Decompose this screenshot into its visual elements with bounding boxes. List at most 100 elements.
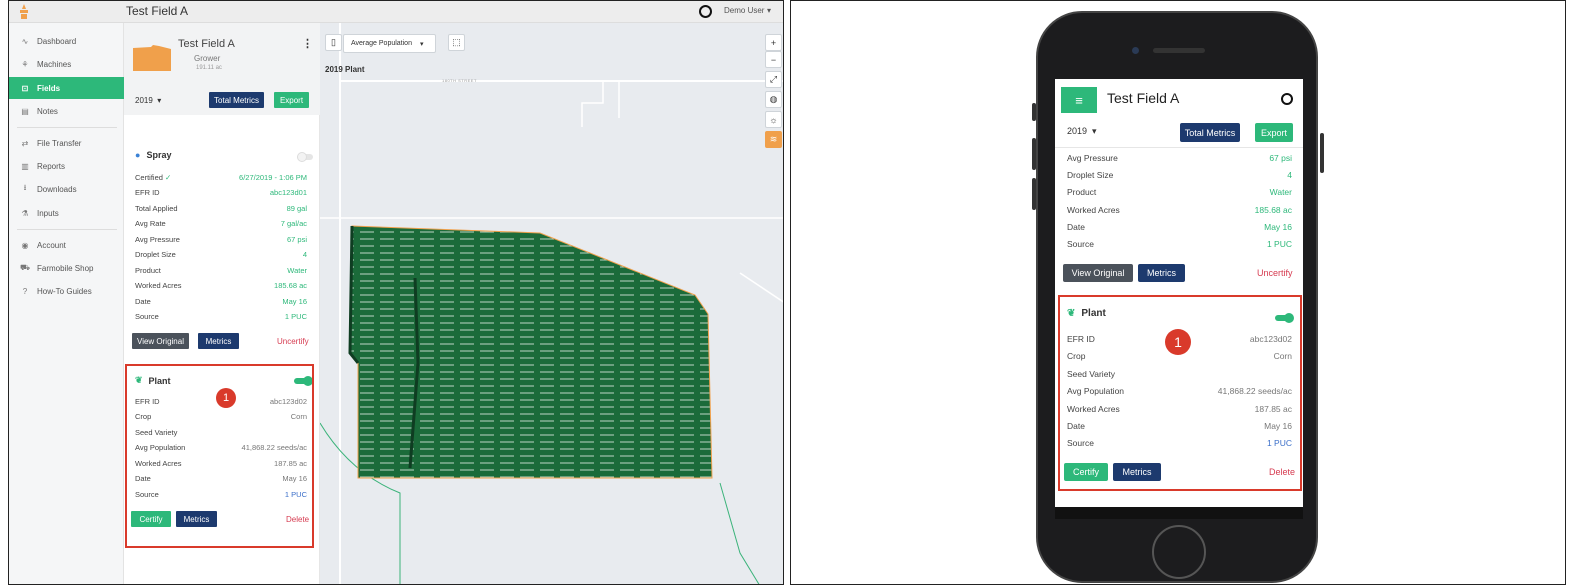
certified-value: 6/27/2019 - 1:06 PM bbox=[239, 173, 307, 182]
zoom-out-icon[interactable]: − bbox=[765, 51, 782, 68]
field-boundary-thumbnail bbox=[133, 45, 171, 71]
sidebar-item-machines[interactable]: ⚘ Machines bbox=[9, 53, 124, 75]
sidebar-item-label: Machines bbox=[37, 59, 72, 69]
sidebar-item-dashboard[interactable]: ∿ Dashboard bbox=[9, 30, 124, 52]
spray-toggle[interactable] bbox=[297, 152, 313, 162]
year-select[interactable]: 2019 ▾ bbox=[1067, 126, 1097, 137]
certified-label-text: Certified bbox=[135, 173, 163, 182]
row-label: Worked Acres bbox=[135, 281, 182, 290]
mobile-screenshot: ≡ Test Field A 2019 ▾ Total Metrics Expo… bbox=[790, 0, 1566, 585]
desktop-screenshot: Test Field A Demo User ▾ ∿ Dashboard ⚘ Mac… bbox=[8, 0, 784, 585]
file-transfer-icon: ⇄ bbox=[21, 138, 29, 148]
mobile-title: Test Field A bbox=[1107, 90, 1180, 106]
spray-row: Droplet Size 4 bbox=[1067, 170, 1292, 180]
sidebar-item-fields[interactable]: ⊡ Fields bbox=[9, 77, 124, 99]
planting-coverage-layer bbox=[348, 225, 713, 479]
map-layer-title: 2019 Plant bbox=[325, 65, 365, 74]
year-select[interactable]: 2019 ▾ bbox=[135, 96, 161, 105]
row-label: EFR ID bbox=[135, 188, 160, 197]
spray-metrics-button[interactable]: Metrics bbox=[198, 333, 239, 349]
view-original-button[interactable]: View Original bbox=[1063, 264, 1133, 282]
sidebar-item-label: Downloads bbox=[37, 184, 77, 194]
row-value: abc123d01 bbox=[269, 188, 307, 197]
fields-icon: ⊡ bbox=[21, 83, 29, 93]
user-avatar-icon[interactable] bbox=[1281, 93, 1293, 105]
certified-check-icon: ✓ bbox=[165, 173, 172, 182]
sidebar-item-notes[interactable]: ▤ Notes bbox=[9, 100, 124, 122]
sidebar-item-shop[interactable]: ⛟ Farmobile Shop bbox=[9, 257, 124, 279]
total-metrics-button[interactable]: Total Metrics bbox=[1180, 123, 1240, 142]
row-label: Droplet Size bbox=[1067, 170, 1114, 180]
sidebar-item-file-transfer[interactable]: ⇄ File Transfer bbox=[9, 132, 124, 154]
sidebar-item-inputs[interactable]: ⚗ Inputs bbox=[9, 202, 124, 224]
globe-icon[interactable]: ◍ bbox=[765, 91, 782, 108]
sidebar-item-label: Reports bbox=[37, 161, 66, 171]
droplet-icon: ● bbox=[135, 150, 141, 160]
field-grower: Grower bbox=[194, 54, 221, 63]
row-value: Water bbox=[287, 266, 307, 275]
zoom-in-icon[interactable]: + bbox=[765, 34, 782, 51]
divider bbox=[1055, 147, 1303, 148]
row-value: 185.68 ac bbox=[274, 281, 307, 290]
farmobile-logo-icon bbox=[20, 4, 28, 19]
spray-metrics-button[interactable]: Metrics bbox=[1138, 264, 1185, 282]
select-area-icon[interactable]: ⬚ bbox=[448, 34, 465, 51]
view-original-button[interactable]: View Original bbox=[132, 333, 189, 349]
sidebar-item-reports[interactable]: ▥ Reports bbox=[9, 155, 124, 177]
total-metrics-button[interactable]: Total Metrics bbox=[209, 92, 264, 108]
export-button[interactable]: Export bbox=[1255, 123, 1293, 142]
row-value: 1 PUC bbox=[1266, 239, 1292, 249]
chevron-down-icon[interactable]: ▾ bbox=[767, 6, 771, 15]
layers-panel-icon[interactable]: ▯ bbox=[325, 34, 342, 51]
sidebar-item-label: How-To Guides bbox=[37, 286, 92, 296]
phone-screen-bottom-bar bbox=[1055, 507, 1303, 519]
user-menu[interactable]: Demo User bbox=[724, 6, 764, 15]
sidebar-item-downloads[interactable]: ⭳ Downloads bbox=[9, 178, 124, 200]
uncertify-link[interactable]: Uncertify bbox=[277, 337, 309, 346]
user-avatar-icon[interactable] bbox=[699, 5, 712, 18]
layer-select-value: Average Population bbox=[351, 40, 412, 47]
uncertify-link[interactable]: Uncertify bbox=[1257, 268, 1293, 278]
sidebar: ∿ Dashboard ⚘ Machines ⊡ Fields ▤ Notes ⇄ Fil… bbox=[9, 23, 124, 584]
phone-camera bbox=[1132, 47, 1139, 54]
row-label: Avg Rate bbox=[135, 219, 166, 228]
field-acres: 191.11 ac bbox=[196, 65, 222, 71]
sidebar-item-label: Fields bbox=[37, 83, 61, 93]
spray-row: Product Water bbox=[1067, 187, 1292, 197]
reports-icon: ▥ bbox=[21, 161, 29, 171]
sidebar-item-label: Account bbox=[37, 240, 66, 250]
sidebar-item-label: Notes bbox=[37, 106, 58, 116]
sidebar-item-label: Dashboard bbox=[37, 36, 77, 46]
layer-select[interactable]: Average Population ▾ bbox=[343, 34, 436, 53]
sidebar-item-how-to-guides[interactable]: ? How-To Guides bbox=[9, 280, 124, 302]
highlight-box bbox=[1058, 295, 1302, 491]
field-header: Test Field A Grower 191.11 ac ⋮ 2019 ▾ T… bbox=[124, 23, 320, 115]
spray-row: Avg Pressure 67 psi bbox=[135, 235, 307, 244]
sidebar-item-account[interactable]: ◉ Account bbox=[9, 234, 124, 256]
row-value: 185.68 ac bbox=[1254, 205, 1292, 215]
sidebar-item-label: File Transfer bbox=[37, 138, 82, 148]
row-value: 1 PUC bbox=[284, 312, 307, 321]
spray-row: Date May 16 bbox=[1067, 222, 1292, 232]
field-map[interactable]: ▯ Average Population ▾ ⬚ 2019 Plant 180TH… bbox=[320, 23, 783, 584]
street-label: 180TH STREET bbox=[442, 78, 477, 83]
export-button[interactable]: Export bbox=[274, 92, 309, 108]
callout-badge: 1 bbox=[1165, 329, 1191, 355]
account-icon: ◉ bbox=[21, 240, 29, 250]
layers-stack-icon[interactable]: ≋ bbox=[765, 131, 782, 148]
phone-side-button bbox=[1032, 138, 1036, 170]
spray-row: Source 1 PUC bbox=[135, 312, 307, 321]
more-options-icon[interactable]: ⋮ bbox=[302, 37, 313, 50]
top-bar: Test Field A Demo User ▾ bbox=[9, 1, 783, 23]
spray-row: Worked Acres 185.68 ac bbox=[1067, 205, 1292, 215]
hamburger-menu-icon[interactable]: ≡ bbox=[1061, 87, 1097, 113]
year-value: 2019 bbox=[135, 96, 153, 105]
phone-home-button bbox=[1152, 525, 1206, 579]
spray-row: Total Applied 89 gal bbox=[135, 204, 307, 213]
weather-icon[interactable]: ☼ bbox=[765, 111, 782, 128]
row-value: 4 bbox=[1287, 170, 1292, 180]
inputs-icon: ⚗ bbox=[21, 208, 29, 218]
fullscreen-icon[interactable]: ⤢ bbox=[765, 71, 782, 88]
field-details-panel: Test Field A Grower 191.11 ac ⋮ 2019 ▾ T… bbox=[124, 23, 320, 584]
row-value: 4 bbox=[302, 250, 307, 259]
